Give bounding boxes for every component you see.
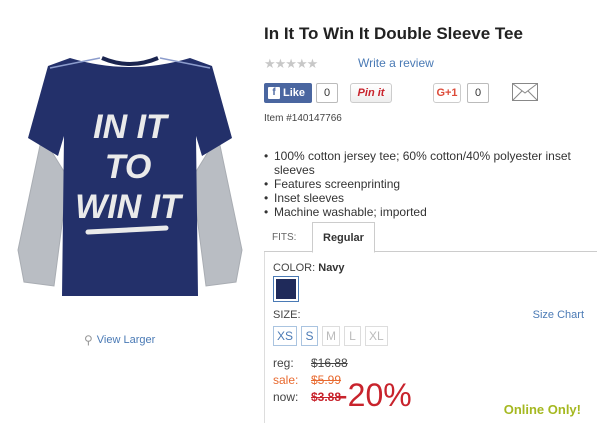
now-label: now: — [273, 390, 299, 404]
color-label: COLOR: Navy — [273, 262, 345, 274]
size-option-m: M — [322, 326, 341, 346]
reg-label: reg: — [273, 356, 294, 370]
view-larger-label: View Larger — [96, 334, 156, 346]
tab-regular[interactable]: Regular — [312, 222, 375, 253]
color-swatch-navy[interactable] — [273, 276, 299, 302]
write-review-link[interactable]: Write a review — [358, 56, 434, 70]
size-option-xl: XL — [365, 326, 388, 346]
size-option-xs[interactable]: XS — [273, 326, 298, 346]
facebook-like-label: Like — [283, 87, 306, 99]
view-larger-link[interactable]: ⚲ View Larger — [84, 333, 155, 347]
shirt-print-line-3: WIN IT — [75, 188, 184, 226]
fits-label: FITS: — [272, 232, 297, 243]
shirt-illustration: IN IT TO WIN IT — [17, 56, 243, 296]
item-number: Item #140147766 — [264, 113, 342, 124]
google-plus-button[interactable]: G+1 — [433, 83, 461, 103]
facebook-like-count: 0 — [316, 83, 338, 103]
options-panel: COLOR: Navy SIZE: Size Chart XS S M L XL… — [264, 252, 597, 423]
feature-item: 100% cotton jersey tee; 60% cotton/40% p… — [264, 149, 584, 177]
size-option-l: L — [344, 326, 362, 346]
size-label: SIZE: — [273, 309, 301, 321]
facebook-like-button[interactable]: f Like — [264, 83, 312, 103]
online-only-badge: Online Only! — [503, 402, 581, 417]
magnifier-icon: ⚲ — [84, 333, 93, 347]
swatch-fill — [276, 279, 296, 299]
selected-color-name: Navy — [318, 262, 345, 274]
feature-item: Machine washable; imported — [264, 205, 584, 219]
product-title: In It To Win It Double Sleeve Tee — [264, 24, 523, 43]
reg-price: $16.88 — [311, 356, 348, 370]
facebook-icon: f — [268, 87, 280, 99]
size-option-s[interactable]: S — [301, 326, 319, 346]
discount-badge: -20% — [337, 377, 412, 413]
email-icon[interactable] — [512, 83, 538, 101]
now-price-row: now: $3.88 — [273, 390, 341, 404]
shirt-print-line-2: TO — [105, 148, 152, 186]
feature-item: Inset sleeves — [264, 191, 584, 205]
product-image[interactable]: IN IT TO WIN IT — [10, 18, 250, 318]
sale-price-row: sale: $5.99 — [273, 373, 341, 387]
regular-price-row: reg: $16.88 — [273, 356, 348, 370]
sale-label: sale: — [273, 373, 299, 387]
pinterest-pin-button[interactable]: Pin it — [350, 83, 392, 103]
color-label-text: COLOR: — [273, 262, 316, 274]
size-selector: XS S M L XL — [273, 326, 388, 346]
rating-stars-icon: ★★★★★ — [264, 56, 318, 71]
feature-item: Features screenprinting — [264, 177, 584, 191]
google-plus-count: 0 — [467, 83, 489, 103]
feature-list: 100% cotton jersey tee; 60% cotton/40% p… — [264, 149, 584, 219]
fits-tabs: FITS: Regular — [264, 222, 597, 253]
size-chart-link[interactable]: Size Chart — [533, 309, 584, 321]
shirt-print-line-1: IN IT — [93, 108, 170, 146]
